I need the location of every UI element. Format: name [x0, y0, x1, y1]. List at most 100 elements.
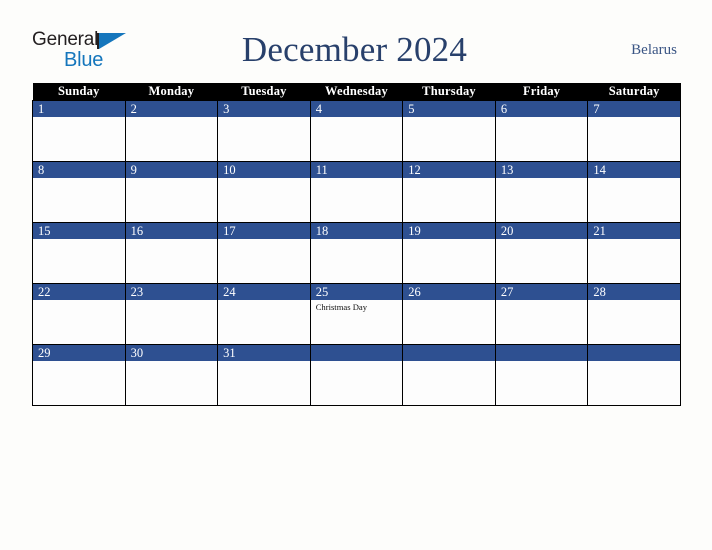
weekday-header-saturday: Saturday: [587, 83, 681, 101]
day-events: [496, 239, 588, 241]
day-events: [126, 117, 218, 119]
day-number: 30: [125, 345, 218, 361]
calendar-week-row: 1234567: [32, 100, 681, 162]
calendar-day-cell[interactable]: 6: [494, 100, 589, 162]
day-events: [403, 239, 495, 241]
day-number: 25: [310, 284, 403, 300]
day-events: [33, 361, 125, 363]
weekday-header-thursday: Thursday: [402, 83, 496, 101]
calendar-week-row: 8 9 10 11 12 13 14: [32, 161, 681, 223]
day-number: 11: [310, 162, 403, 178]
calendar-day-cell[interactable]: 22: [32, 283, 126, 345]
calendar-day-cell[interactable]: 30: [124, 344, 219, 406]
day-events: [126, 239, 218, 241]
calendar-day-cell[interactable]: 24: [217, 283, 311, 345]
weekday-header-friday: Friday: [495, 83, 588, 101]
day-number: 6: [495, 101, 588, 117]
day-events: [496, 178, 588, 180]
calendar-day-cell[interactable]: 21: [587, 222, 681, 284]
calendar-empty-cell[interactable]: [402, 344, 496, 406]
day-number: 3: [218, 101, 310, 117]
calendar-day-cell[interactable]: 1: [32, 100, 126, 162]
calendar-day-cell[interactable]: 14: [587, 161, 681, 223]
calendar-day-cell[interactable]: 19: [402, 222, 496, 284]
weekday-header-sunday: Sunday: [32, 83, 126, 101]
day-events: [588, 361, 680, 363]
day-events: [403, 361, 495, 363]
day-events: [33, 239, 125, 241]
calendar-day-cell[interactable]: 3: [217, 100, 311, 162]
calendar-empty-cell[interactable]: [309, 344, 404, 406]
day-events: [33, 178, 125, 180]
calendar-day-cell[interactable]: 8: [32, 161, 126, 223]
calendar-empty-cell[interactable]: [587, 344, 681, 406]
calendar-day-cell[interactable]: 23: [124, 283, 219, 345]
day-number: 29: [33, 345, 125, 361]
day-number: 20: [495, 223, 588, 239]
day-number: 4: [310, 101, 403, 117]
calendar-week-row: 22 23 24 25 Christmas Day 26 27 28: [32, 283, 681, 345]
day-events: [588, 178, 680, 180]
calendar-day-cell[interactable]: 29: [32, 344, 126, 406]
day-number: 18: [310, 223, 403, 239]
weekday-header-monday: Monday: [125, 83, 218, 101]
calendar-day-cell[interactable]: 12: [402, 161, 496, 223]
calendar-day-cell[interactable]: 16: [124, 222, 219, 284]
day-number: 8: [33, 162, 125, 178]
calendar-day-cell[interactable]: 11: [309, 161, 404, 223]
day-number: 23: [125, 284, 218, 300]
day-events: [126, 361, 218, 363]
logo-text-general: General: [32, 29, 99, 50]
calendar-body: 1 2 3 4 5 6 7 8 9 10 11 12 13 14 15 16 17 18 19 20 21 22 23 24 2…: [32, 100, 681, 406]
calendar-day-cell[interactable]: 20: [494, 222, 589, 284]
weekday-header-tuesday: Tuesday: [217, 83, 311, 101]
calendar-day-cell[interactable]: 26: [402, 283, 496, 345]
day-events: [403, 300, 495, 302]
day-number: 9: [125, 162, 218, 178]
calendar-grid: Sunday Monday Tuesday Wednesday Thursday…: [32, 83, 681, 406]
calendar-day-cell[interactable]: 18: [309, 222, 404, 284]
calendar-page: General Blue December 2024 Belarus Sunda…: [0, 0, 712, 550]
day-number: 1: [33, 101, 125, 117]
calendar-day-cell[interactable]: 25 Christmas Day: [309, 283, 404, 345]
day-events: Christmas Day: [311, 300, 403, 313]
day-number: 2: [125, 101, 218, 117]
day-number: 17: [218, 223, 310, 239]
calendar-day-cell[interactable]: 5: [402, 100, 496, 162]
calendar-day-cell[interactable]: 9: [124, 161, 219, 223]
day-number: [588, 345, 680, 361]
page-header: General Blue December 2024 Belarus: [32, 22, 681, 78]
day-number: 5: [403, 101, 495, 117]
day-events: [218, 117, 310, 119]
triangle-icon: [99, 33, 126, 49]
calendar-day-cell[interactable]: 10: [217, 161, 311, 223]
calendar-day-cell[interactable]: 7: [587, 100, 681, 162]
event-label: Christmas Day: [315, 302, 368, 312]
day-events: [588, 239, 680, 241]
calendar-day-cell[interactable]: 13: [494, 161, 589, 223]
country-label: Belarus: [631, 41, 677, 58]
day-number: 7: [588, 101, 680, 117]
day-events: [403, 178, 495, 180]
calendar-day-cell[interactable]: 27: [494, 283, 589, 345]
calendar-day-cell[interactable]: 15: [32, 222, 126, 284]
calendar-day-cell[interactable]: 28: [587, 283, 681, 345]
logo-text-blue: Blue: [64, 49, 104, 71]
calendar-day-cell[interactable]: 2: [124, 100, 219, 162]
general-blue-logo[interactable]: General Blue: [32, 26, 152, 74]
day-events: [403, 117, 495, 119]
calendar-week-row: 29 30 31: [32, 344, 681, 406]
day-number: 16: [125, 223, 218, 239]
day-number: 24: [218, 284, 310, 300]
day-number: 28: [588, 284, 680, 300]
calendar-day-cell[interactable]: 4: [309, 100, 404, 162]
day-events: [311, 178, 403, 180]
page-title: December 2024: [241, 30, 468, 69]
calendar-day-cell[interactable]: 31: [217, 344, 311, 406]
calendar-day-cell[interactable]: 17: [217, 222, 311, 284]
day-events: [496, 117, 588, 119]
day-events: [588, 117, 680, 119]
day-events: [311, 361, 403, 363]
day-events: [218, 300, 310, 302]
calendar-empty-cell[interactable]: [494, 344, 589, 406]
